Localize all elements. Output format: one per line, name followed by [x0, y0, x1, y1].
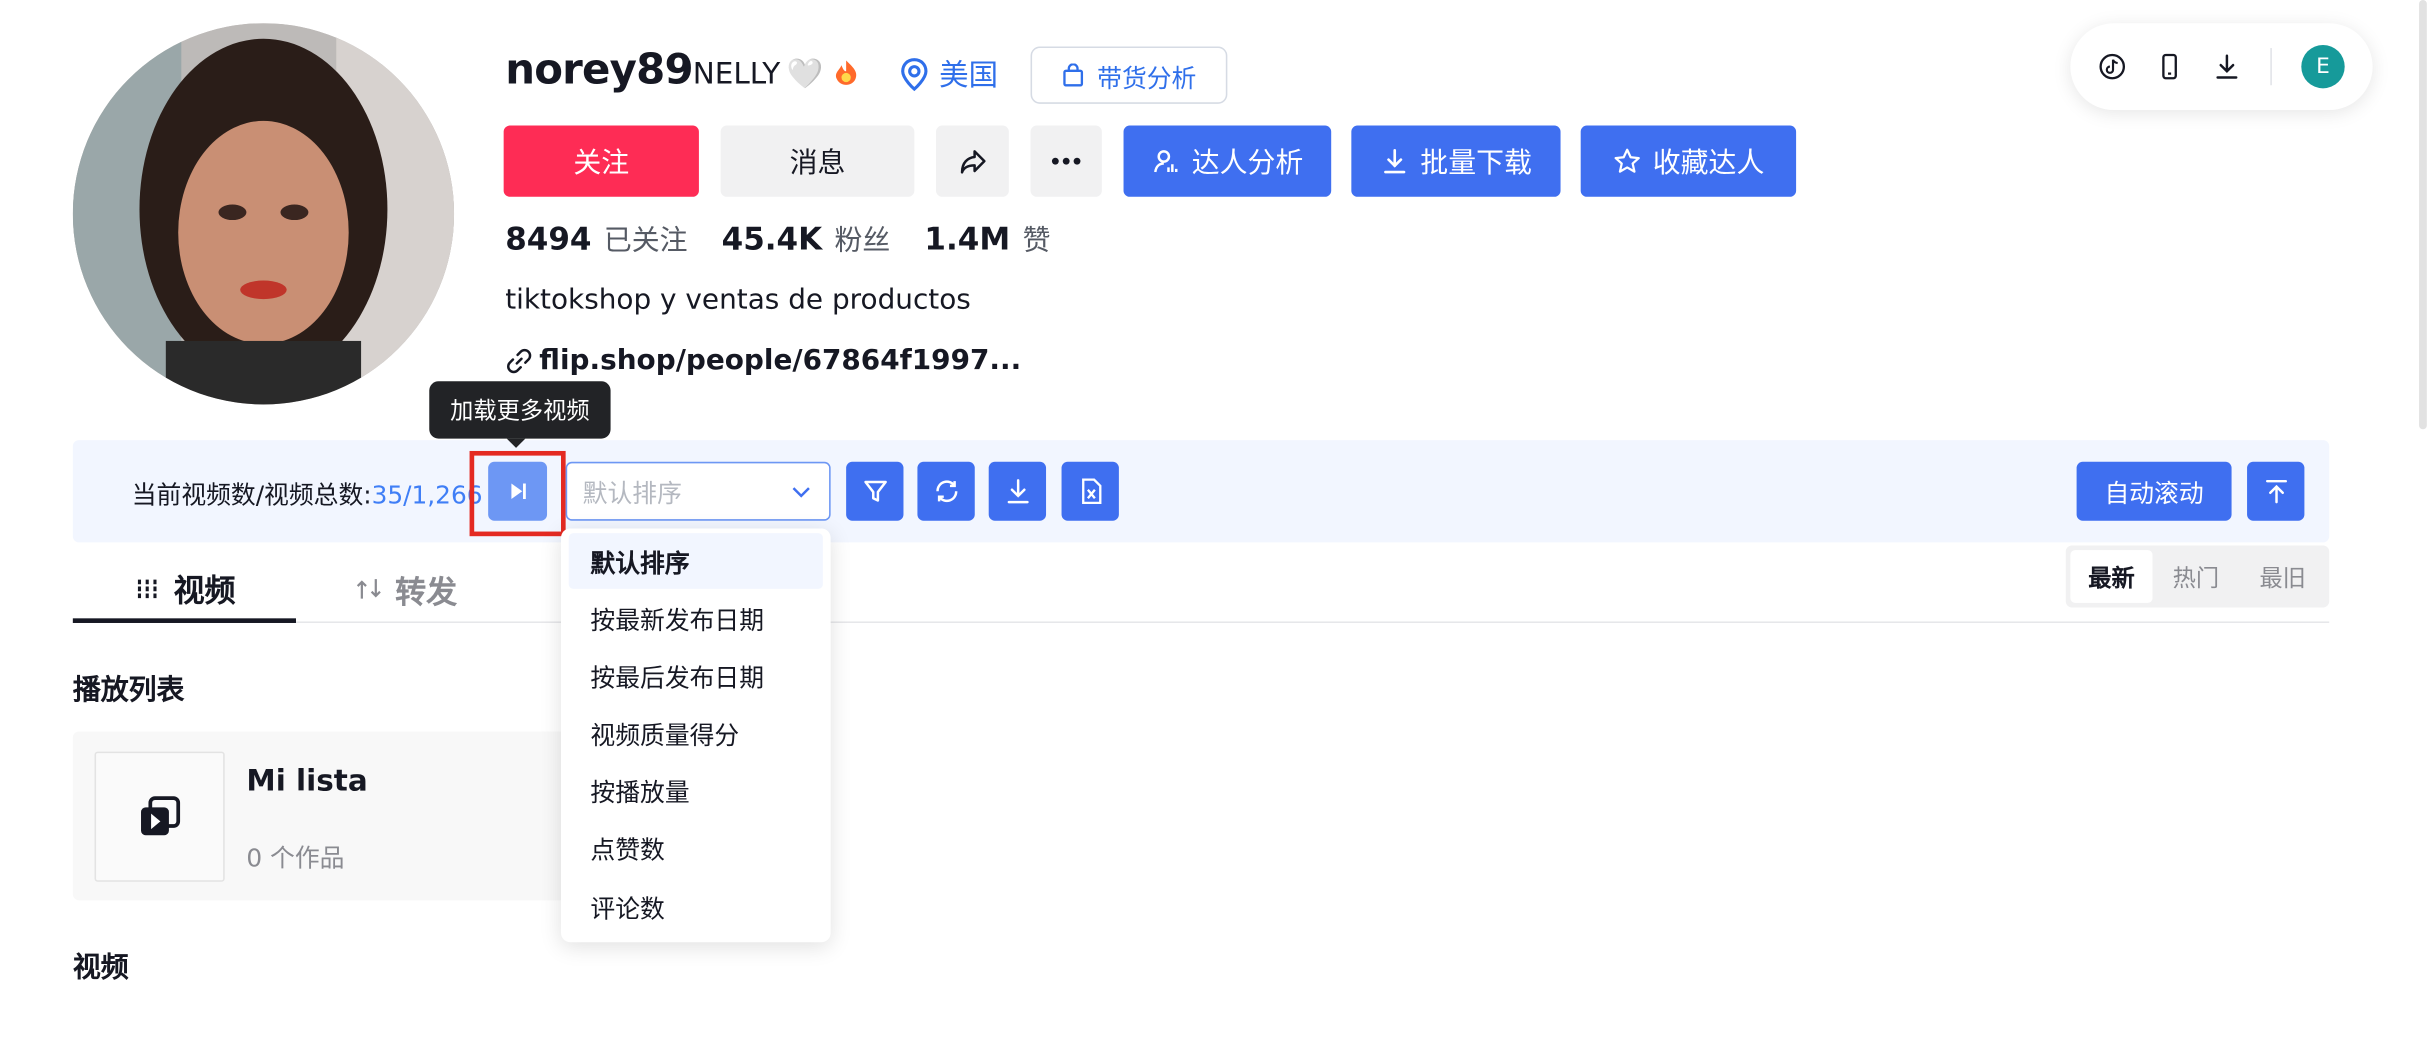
tab-videos-label: 视频 — [173, 571, 236, 610]
video-counter-label: 当前视频数/视频总数: — [131, 480, 372, 510]
person-chart-icon — [1154, 150, 1178, 173]
video-counter: 当前视频数/视频总数:35/1,266 — [132, 474, 483, 511]
excel-file-icon — [1081, 478, 1101, 505]
following-count: 8494 — [505, 220, 592, 258]
tab-reposts-label: 转发 — [395, 572, 458, 610]
sort-select[interactable]: 默认排序 — [565, 461, 831, 521]
share-button[interactable] — [936, 125, 1009, 197]
video-counter-value: 35/1,266 — [371, 480, 483, 510]
load-more-tooltip: 加载更多视频 — [429, 381, 611, 448]
tab-videos[interactable]: 视频 — [72, 558, 296, 623]
tabs-divider — [72, 621, 2330, 623]
videos-section-title: 视频 — [72, 951, 129, 985]
scroll-to-top-button[interactable] — [2247, 461, 2305, 521]
download-icon[interactable] — [2213, 53, 2241, 81]
sort-option[interactable]: 评论数 — [569, 879, 823, 935]
sort-newest[interactable]: 最新 — [2070, 550, 2153, 603]
sort-oldest[interactable]: 最旧 — [2244, 550, 2321, 603]
followers-label: 粉丝 — [834, 224, 891, 258]
playlist-section-title: 播放列表 — [72, 674, 185, 707]
region: 美国 — [899, 53, 998, 95]
nickname-text: NELLY — [692, 56, 781, 91]
favorite-creator-label: 收藏达人 — [1652, 147, 1765, 180]
download-videos-button[interactable] — [988, 461, 1047, 521]
sort-option[interactable]: 按最新发布日期 — [569, 590, 823, 646]
followers-count: 45.4K — [721, 220, 823, 258]
sort-option[interactable]: 按最后发布日期 — [569, 648, 823, 704]
profile-stats: 8494 已关注 45.4K 粉丝 1.4M 赞 — [505, 219, 1072, 259]
refresh-button[interactable] — [917, 461, 975, 521]
tab-reposts[interactable]: 转发 — [355, 558, 457, 620]
creator-analysis-button[interactable]: 达人分析 — [1123, 125, 1332, 197]
extension-topbar: E — [2070, 23, 2373, 111]
user-avatar[interactable]: E — [2301, 44, 2345, 89]
sort-option[interactable]: 点赞数 — [569, 820, 823, 876]
nickname: NELLY 🤍 — [692, 56, 864, 92]
playlist-icon — [141, 796, 181, 836]
playlist-thumbnail — [94, 751, 225, 882]
sort-option[interactable]: 视频质量得分 — [569, 705, 823, 761]
arrow-to-top-icon — [2265, 479, 2287, 504]
location-pin-icon — [901, 57, 928, 91]
filter-icon — [863, 480, 887, 502]
heart-emoji: 🤍 — [786, 57, 824, 92]
star-icon — [1613, 148, 1640, 173]
shop-analysis-label: 带货分析 — [1097, 62, 1197, 93]
playlist-count: 0 个作品 — [246, 843, 345, 873]
playlist-name: Mi lista — [246, 764, 368, 799]
more-options-button[interactable] — [1030, 125, 1102, 197]
profile-link-text: flip.shop/people/67864f1997... — [539, 344, 1022, 377]
follow-button[interactable]: 关注 — [503, 125, 699, 197]
likes-count: 1.4M — [924, 220, 1011, 258]
video-bars-icon — [137, 578, 157, 598]
fire-bird-icon — [836, 59, 857, 85]
auto-scroll-button[interactable]: 自动滚动 — [2076, 461, 2232, 521]
avatar-image — [72, 23, 455, 405]
repost-icon — [356, 579, 381, 599]
creator-analysis-label: 达人分析 — [1191, 147, 1304, 180]
profile-bio: tiktokshop y ventas de productos — [505, 283, 971, 317]
likes-label: 赞 — [1022, 224, 1051, 258]
sort-option[interactable]: 默认排序 — [568, 533, 823, 589]
download-icon — [1006, 479, 1028, 504]
profile-link[interactable]: flip.shop/people/67864f1997... — [505, 344, 1021, 377]
region-label: 美国 — [939, 58, 999, 93]
sort-popular[interactable]: 热门 — [2159, 550, 2233, 603]
shopping-bag-icon — [1063, 63, 1084, 87]
more-dots-icon — [1051, 157, 1081, 165]
tiktok-icon[interactable] — [2098, 53, 2126, 81]
share-icon — [960, 150, 985, 174]
batch-download-button[interactable]: 批量下载 — [1351, 125, 1561, 197]
username: norey89 — [505, 46, 693, 95]
export-excel-button[interactable] — [1061, 461, 1119, 521]
following-label: 已关注 — [603, 224, 688, 258]
message-button[interactable]: 消息 — [720, 125, 915, 197]
page-scrollbar[interactable] — [2419, 0, 2427, 430]
filter-button[interactable] — [846, 461, 904, 521]
profile-avatar — [72, 23, 455, 405]
mobile-icon[interactable] — [2156, 53, 2184, 81]
favorite-creator-button[interactable]: 收藏达人 — [1580, 125, 1797, 197]
link-icon — [507, 348, 532, 373]
batch-download-label: 批量下载 — [1420, 147, 1532, 180]
refresh-icon — [935, 480, 957, 503]
topbar-divider — [2270, 48, 2272, 86]
sort-option[interactable]: 按播放量 — [569, 762, 823, 818]
download-icon — [1383, 149, 1405, 174]
shop-analysis-button[interactable]: 带货分析 — [1030, 46, 1228, 104]
sort-select-placeholder: 默认排序 — [582, 478, 682, 509]
load-more-highlight-box — [469, 450, 566, 537]
chevron-down-icon — [792, 487, 810, 498]
